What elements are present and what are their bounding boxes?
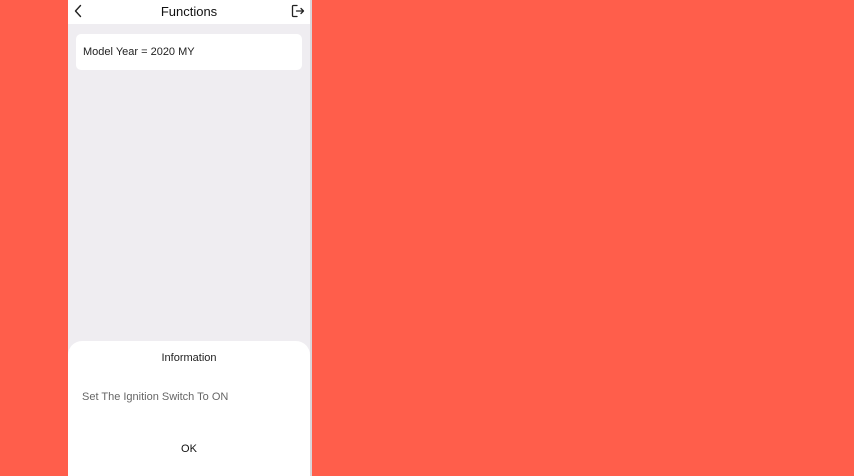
app-screen: Functions Model Year = 2020 MY Informati… (68, 0, 310, 476)
exit-button[interactable] (289, 2, 307, 20)
list-item[interactable]: Model Year = 2020 MY (76, 34, 302, 70)
dialog-title: Information (161, 352, 217, 364)
top-bar: Functions (68, 0, 310, 24)
dialog-message: Set The Ignition Switch To ON (82, 391, 229, 403)
exit-icon (291, 4, 305, 18)
ok-button[interactable]: OK (139, 437, 239, 461)
list-item-label: Model Year = 2020 MY (83, 46, 195, 58)
screen-border (310, 0, 312, 476)
page-title: Functions (160, 4, 218, 19)
information-dialog: Information Set The Ignition Switch To O… (68, 341, 310, 476)
